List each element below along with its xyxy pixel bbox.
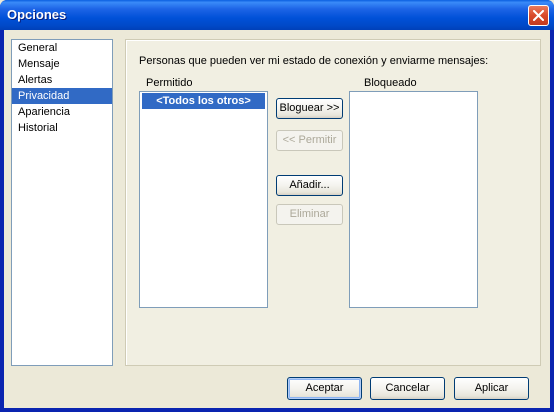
- sidebar-item-privacidad[interactable]: Privacidad: [12, 88, 112, 104]
- window-title: Opciones: [7, 7, 67, 22]
- blocked-list[interactable]: [349, 91, 478, 308]
- sidebar-item-historial[interactable]: Historial: [12, 120, 112, 136]
- accept-button[interactable]: Aceptar: [287, 377, 362, 400]
- sidebar-item-mensaje[interactable]: Mensaje: [12, 56, 112, 72]
- options-window: Opciones General Mensaje Alertas Privaci…: [0, 0, 554, 412]
- close-button[interactable]: [528, 5, 549, 26]
- allowed-item-all-others[interactable]: <Todos los otros>: [142, 93, 265, 109]
- allowed-list[interactable]: <Todos los otros>: [139, 91, 268, 308]
- add-button[interactable]: Añadir...: [276, 175, 343, 196]
- privacy-description: Personas que pueden ver mi estado de con…: [139, 55, 489, 67]
- category-list[interactable]: General Mensaje Alertas Privacidad Apari…: [11, 39, 113, 366]
- block-button[interactable]: Bloguear >>: [276, 98, 343, 119]
- sidebar-item-general[interactable]: General: [12, 40, 112, 56]
- allowed-label: Permitido: [146, 77, 193, 89]
- close-icon: [533, 10, 544, 21]
- remove-button[interactable]: Eliminar: [276, 204, 343, 225]
- sidebar-item-alertas[interactable]: Alertas: [12, 72, 112, 88]
- privacy-panel: Personas que pueden ver mi estado de con…: [125, 39, 541, 366]
- blocked-label: Bloqueado: [364, 77, 417, 89]
- title-bar[interactable]: Opciones: [0, 0, 554, 30]
- cancel-button[interactable]: Cancelar: [370, 377, 445, 400]
- sidebar-item-apariencia[interactable]: Apariencia: [12, 104, 112, 120]
- allow-button[interactable]: << Permitir: [276, 130, 343, 151]
- apply-button[interactable]: Aplicar: [454, 377, 529, 400]
- dialog-body: General Mensaje Alertas Privacidad Apari…: [4, 30, 550, 408]
